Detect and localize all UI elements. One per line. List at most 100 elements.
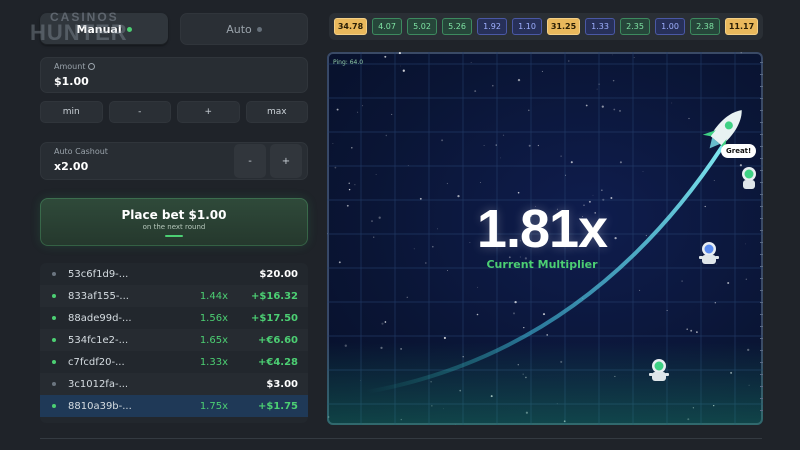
star — [537, 144, 540, 147]
tab-active-dot — [126, 26, 132, 32]
star — [373, 236, 375, 238]
decrease-button[interactable]: - — [108, 101, 171, 123]
scale-tick — [760, 230, 763, 231]
star — [714, 302, 716, 304]
star — [406, 296, 408, 298]
cashout-decrease-button[interactable]: - — [234, 144, 266, 178]
star — [483, 144, 485, 147]
bet-win: $20.00 — [259, 268, 298, 280]
min-button[interactable]: min — [40, 101, 103, 123]
bet-status-dot — [52, 382, 56, 386]
star — [744, 243, 746, 245]
star — [492, 84, 494, 87]
star — [513, 312, 515, 315]
scale-tick — [760, 206, 763, 207]
history-chip[interactable]: 31.25 — [547, 18, 580, 35]
bet-player: c7fcdf20-... — [68, 356, 125, 368]
star — [523, 327, 525, 329]
bet-status-dot — [52, 338, 56, 342]
scale-tick — [760, 74, 763, 75]
history-chip[interactable]: 5.26 — [442, 18, 472, 35]
bet-player: 3c1012fa-... — [68, 378, 129, 390]
star — [713, 179, 715, 182]
mode-tabs: Manual Auto — [40, 13, 308, 45]
star — [528, 144, 531, 147]
history-chip[interactable]: 2.35 — [620, 18, 650, 35]
auto-cashout-field[interactable]: Auto Cashout x2.00 - + — [40, 142, 308, 180]
scale-tick — [760, 146, 763, 147]
history-chip[interactable]: 34.78 — [334, 18, 367, 35]
star — [348, 182, 350, 184]
history-chip[interactable]: 4.07 — [372, 18, 402, 35]
star — [400, 65, 401, 67]
place-bet-subtitle: on the next round — [142, 222, 206, 231]
star — [598, 83, 600, 85]
star — [457, 194, 460, 198]
bet-row: 53c6f1d9-... $20.00 — [40, 263, 308, 285]
star — [384, 55, 387, 58]
tab-auto-label: Auto — [226, 22, 252, 36]
star — [371, 220, 373, 223]
bet-status-dot — [52, 316, 56, 320]
star — [391, 113, 393, 115]
star — [560, 155, 562, 157]
game-canvas: Ping: 64.0 1.81x Current Multiplier Grea… — [327, 52, 763, 425]
scale-tick — [760, 242, 763, 243]
star — [565, 174, 566, 176]
star — [336, 108, 339, 111]
place-bet-title: Place bet $1.00 — [121, 207, 227, 222]
bets-list: 53c6f1d9-... $20.00 833af155-... 1.44x +$16.… — [40, 263, 308, 423]
star — [690, 329, 693, 332]
history-chip[interactable]: 1.00 — [655, 18, 685, 35]
scale-tick — [760, 374, 763, 375]
multiplier-value: 1.81x — [476, 199, 608, 259]
scale-tick — [760, 302, 763, 303]
star — [476, 313, 479, 316]
star — [601, 105, 604, 108]
star — [645, 235, 647, 237]
history-chip[interactable]: 1.10 — [512, 18, 542, 35]
star — [610, 197, 613, 199]
max-button[interactable]: max — [245, 101, 308, 123]
scale-tick — [760, 314, 763, 315]
star — [446, 182, 448, 185]
star — [346, 204, 349, 207]
multiplier-history: 34.78 4.07 5.02 5.26 1.92 1.10 31.25 1.33 2.35 1.… — [329, 13, 763, 40]
star — [686, 328, 688, 330]
bet-win: +$1.75 — [257, 400, 298, 412]
increase-button[interactable]: + — [177, 101, 240, 123]
info-icon[interactable] — [88, 63, 96, 70]
tab-manual[interactable]: Manual — [40, 13, 168, 45]
star — [619, 161, 622, 164]
star — [592, 194, 594, 196]
current-multiplier: 1.81x Current Multiplier — [457, 202, 627, 271]
history-chip[interactable]: 1.92 — [477, 18, 507, 35]
cashout-increase-button[interactable]: + — [270, 144, 302, 178]
history-chip[interactable]: 1.33 — [585, 18, 615, 35]
amount-field[interactable]: Amount $1.00 — [40, 57, 308, 93]
scale-tick — [760, 266, 763, 267]
star — [334, 166, 337, 169]
star — [424, 262, 427, 264]
bet-row: 833af155-... 1.44x +$16.32 — [40, 285, 308, 307]
star — [613, 108, 616, 111]
star — [541, 70, 543, 72]
star — [546, 334, 549, 336]
history-chip[interactable]: 2.38 — [690, 18, 720, 35]
star — [639, 289, 641, 291]
star — [514, 300, 517, 304]
star — [413, 248, 415, 250]
amount-value[interactable]: $1.00 — [54, 75, 294, 88]
bet-multiplier: 1.56x — [199, 312, 228, 324]
star — [704, 205, 706, 208]
history-chip[interactable]: 5.02 — [407, 18, 437, 35]
tab-auto[interactable]: Auto — [180, 13, 308, 45]
place-bet-button[interactable]: Place bet $1.00 on the next round — [40, 198, 308, 246]
bet-win: +€6.60 — [257, 334, 298, 346]
history-chip[interactable]: 11.17 — [725, 18, 758, 35]
scale-tick — [760, 398, 763, 399]
bet-multiplier: 1.44x — [199, 290, 228, 302]
bet-row: 3c1012fa-... $3.00 — [40, 373, 308, 395]
bet-status-dot — [52, 360, 56, 364]
scale-tick — [760, 158, 763, 159]
